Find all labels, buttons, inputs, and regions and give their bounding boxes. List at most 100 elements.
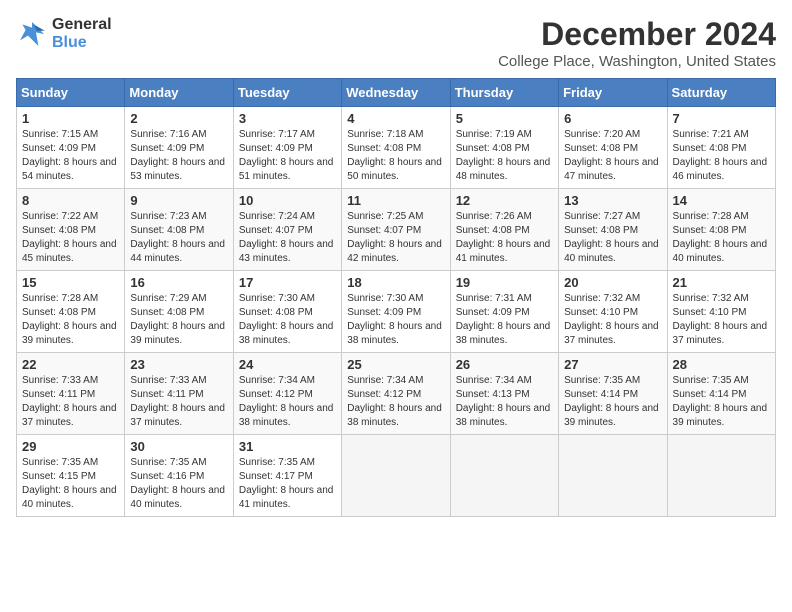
day-detail: Sunrise: 7:32 AMSunset: 4:10 PMDaylight:… bbox=[673, 292, 770, 348]
calendar-day-cell: 17 Sunrise: 7:30 AMSunset: 4:08 PMDaylig… bbox=[233, 271, 341, 353]
day-number: 16 bbox=[130, 275, 227, 290]
day-detail: Sunrise: 7:34 AMSunset: 4:13 PMDaylight:… bbox=[456, 374, 553, 430]
weekday-header: Wednesday bbox=[342, 79, 450, 107]
day-detail: Sunrise: 7:22 AMSunset: 4:08 PMDaylight:… bbox=[22, 210, 119, 266]
day-number: 21 bbox=[673, 275, 770, 290]
weekday-header: Sunday bbox=[17, 79, 125, 107]
day-number: 19 bbox=[456, 275, 553, 290]
day-number: 4 bbox=[347, 111, 444, 126]
day-number: 29 bbox=[22, 439, 119, 454]
calendar-day-cell: 14 Sunrise: 7:28 AMSunset: 4:08 PMDaylig… bbox=[667, 189, 775, 271]
day-detail: Sunrise: 7:30 AMSunset: 4:08 PMDaylight:… bbox=[239, 292, 336, 348]
calendar-day-cell: 5 Sunrise: 7:19 AMSunset: 4:08 PMDayligh… bbox=[450, 107, 558, 189]
day-detail: Sunrise: 7:34 AMSunset: 4:12 PMDaylight:… bbox=[239, 374, 336, 430]
day-number: 31 bbox=[239, 439, 336, 454]
day-number: 6 bbox=[564, 111, 661, 126]
day-number: 22 bbox=[22, 357, 119, 372]
weekday-header: Friday bbox=[559, 79, 667, 107]
calendar-table: SundayMondayTuesdayWednesdayThursdayFrid… bbox=[16, 78, 776, 517]
day-detail: Sunrise: 7:33 AMSunset: 4:11 PMDaylight:… bbox=[130, 374, 227, 430]
day-detail: Sunrise: 7:26 AMSunset: 4:08 PMDaylight:… bbox=[456, 210, 553, 266]
day-detail: Sunrise: 7:35 AMSunset: 4:14 PMDaylight:… bbox=[673, 374, 770, 430]
day-number: 7 bbox=[673, 111, 770, 126]
calendar-day-cell: 31 Sunrise: 7:35 AMSunset: 4:17 PMDaylig… bbox=[233, 435, 341, 517]
calendar-day-cell: 25 Sunrise: 7:34 AMSunset: 4:12 PMDaylig… bbox=[342, 353, 450, 435]
calendar-day-cell: 1 Sunrise: 7:15 AMSunset: 4:09 PMDayligh… bbox=[17, 107, 125, 189]
day-number: 17 bbox=[239, 275, 336, 290]
day-detail: Sunrise: 7:27 AMSunset: 4:08 PMDaylight:… bbox=[564, 210, 661, 266]
day-number: 23 bbox=[130, 357, 227, 372]
day-number: 8 bbox=[22, 193, 119, 208]
calendar-day-cell: 21 Sunrise: 7:32 AMSunset: 4:10 PMDaylig… bbox=[667, 271, 775, 353]
weekday-header: Thursday bbox=[450, 79, 558, 107]
day-number: 3 bbox=[239, 111, 336, 126]
day-detail: Sunrise: 7:18 AMSunset: 4:08 PMDaylight:… bbox=[347, 128, 444, 184]
day-detail: Sunrise: 7:34 AMSunset: 4:12 PMDaylight:… bbox=[347, 374, 444, 430]
calendar-day-cell: 16 Sunrise: 7:29 AMSunset: 4:08 PMDaylig… bbox=[125, 271, 233, 353]
day-number: 2 bbox=[130, 111, 227, 126]
day-number: 11 bbox=[347, 193, 444, 208]
day-number: 13 bbox=[564, 193, 661, 208]
calendar-day-cell: 13 Sunrise: 7:27 AMSunset: 4:08 PMDaylig… bbox=[559, 189, 667, 271]
day-detail: Sunrise: 7:24 AMSunset: 4:07 PMDaylight:… bbox=[239, 210, 336, 266]
day-detail: Sunrise: 7:35 AMSunset: 4:14 PMDaylight:… bbox=[564, 374, 661, 430]
weekday-header: Saturday bbox=[667, 79, 775, 107]
day-detail: Sunrise: 7:25 AMSunset: 4:07 PMDaylight:… bbox=[347, 210, 444, 266]
calendar-day-cell: 24 Sunrise: 7:34 AMSunset: 4:12 PMDaylig… bbox=[233, 353, 341, 435]
page-container: General Blue December 2024 College Place… bbox=[16, 16, 776, 517]
title-area: December 2024 College Place, Washington,… bbox=[498, 16, 776, 70]
calendar-week-row: 1 Sunrise: 7:15 AMSunset: 4:09 PMDayligh… bbox=[17, 107, 776, 189]
calendar-day-cell: 11 Sunrise: 7:25 AMSunset: 4:07 PMDaylig… bbox=[342, 189, 450, 271]
day-detail: Sunrise: 7:35 AMSunset: 4:15 PMDaylight:… bbox=[22, 456, 119, 512]
calendar-day-cell: 15 Sunrise: 7:28 AMSunset: 4:08 PMDaylig… bbox=[17, 271, 125, 353]
weekday-header: Monday bbox=[125, 79, 233, 107]
day-number: 24 bbox=[239, 357, 336, 372]
day-detail: Sunrise: 7:28 AMSunset: 4:08 PMDaylight:… bbox=[22, 292, 119, 348]
day-detail: Sunrise: 7:15 AMSunset: 4:09 PMDaylight:… bbox=[22, 128, 119, 184]
day-number: 5 bbox=[456, 111, 553, 126]
calendar-day-cell: 8 Sunrise: 7:22 AMSunset: 4:08 PMDayligh… bbox=[17, 189, 125, 271]
calendar-day-cell: 26 Sunrise: 7:34 AMSunset: 4:13 PMDaylig… bbox=[450, 353, 558, 435]
calendar-title: December 2024 bbox=[498, 16, 776, 53]
calendar-day-cell: 19 Sunrise: 7:31 AMSunset: 4:09 PMDaylig… bbox=[450, 271, 558, 353]
logo-icon bbox=[16, 18, 48, 50]
day-number: 1 bbox=[22, 111, 119, 126]
day-detail: Sunrise: 7:31 AMSunset: 4:09 PMDaylight:… bbox=[456, 292, 553, 348]
calendar-day-cell: 10 Sunrise: 7:24 AMSunset: 4:07 PMDaylig… bbox=[233, 189, 341, 271]
calendar-day-cell: 28 Sunrise: 7:35 AMSunset: 4:14 PMDaylig… bbox=[667, 353, 775, 435]
calendar-header-row: SundayMondayTuesdayWednesdayThursdayFrid… bbox=[17, 79, 776, 107]
day-number: 27 bbox=[564, 357, 661, 372]
calendar-day-cell bbox=[450, 435, 558, 517]
calendar-day-cell: 7 Sunrise: 7:21 AMSunset: 4:08 PMDayligh… bbox=[667, 107, 775, 189]
day-detail: Sunrise: 7:35 AMSunset: 4:17 PMDaylight:… bbox=[239, 456, 336, 512]
calendar-day-cell bbox=[342, 435, 450, 517]
day-number: 10 bbox=[239, 193, 336, 208]
day-number: 12 bbox=[456, 193, 553, 208]
calendar-day-cell: 4 Sunrise: 7:18 AMSunset: 4:08 PMDayligh… bbox=[342, 107, 450, 189]
day-detail: Sunrise: 7:30 AMSunset: 4:09 PMDaylight:… bbox=[347, 292, 444, 348]
logo: General Blue bbox=[16, 16, 112, 52]
day-detail: Sunrise: 7:29 AMSunset: 4:08 PMDaylight:… bbox=[130, 292, 227, 348]
day-number: 18 bbox=[347, 275, 444, 290]
day-detail: Sunrise: 7:33 AMSunset: 4:11 PMDaylight:… bbox=[22, 374, 119, 430]
calendar-subtitle: College Place, Washington, United States bbox=[498, 53, 776, 70]
day-number: 9 bbox=[130, 193, 227, 208]
calendar-day-cell: 22 Sunrise: 7:33 AMSunset: 4:11 PMDaylig… bbox=[17, 353, 125, 435]
day-number: 15 bbox=[22, 275, 119, 290]
day-detail: Sunrise: 7:19 AMSunset: 4:08 PMDaylight:… bbox=[456, 128, 553, 184]
calendar-week-row: 22 Sunrise: 7:33 AMSunset: 4:11 PMDaylig… bbox=[17, 353, 776, 435]
calendar-week-row: 15 Sunrise: 7:28 AMSunset: 4:08 PMDaylig… bbox=[17, 271, 776, 353]
day-number: 30 bbox=[130, 439, 227, 454]
day-number: 28 bbox=[673, 357, 770, 372]
day-detail: Sunrise: 7:23 AMSunset: 4:08 PMDaylight:… bbox=[130, 210, 227, 266]
day-detail: Sunrise: 7:16 AMSunset: 4:09 PMDaylight:… bbox=[130, 128, 227, 184]
day-number: 25 bbox=[347, 357, 444, 372]
calendar-day-cell bbox=[667, 435, 775, 517]
day-detail: Sunrise: 7:35 AMSunset: 4:16 PMDaylight:… bbox=[130, 456, 227, 512]
calendar-day-cell: 12 Sunrise: 7:26 AMSunset: 4:08 PMDaylig… bbox=[450, 189, 558, 271]
weekday-header: Tuesday bbox=[233, 79, 341, 107]
day-number: 20 bbox=[564, 275, 661, 290]
calendar-day-cell: 29 Sunrise: 7:35 AMSunset: 4:15 PMDaylig… bbox=[17, 435, 125, 517]
day-detail: Sunrise: 7:20 AMSunset: 4:08 PMDaylight:… bbox=[564, 128, 661, 184]
calendar-day-cell bbox=[559, 435, 667, 517]
